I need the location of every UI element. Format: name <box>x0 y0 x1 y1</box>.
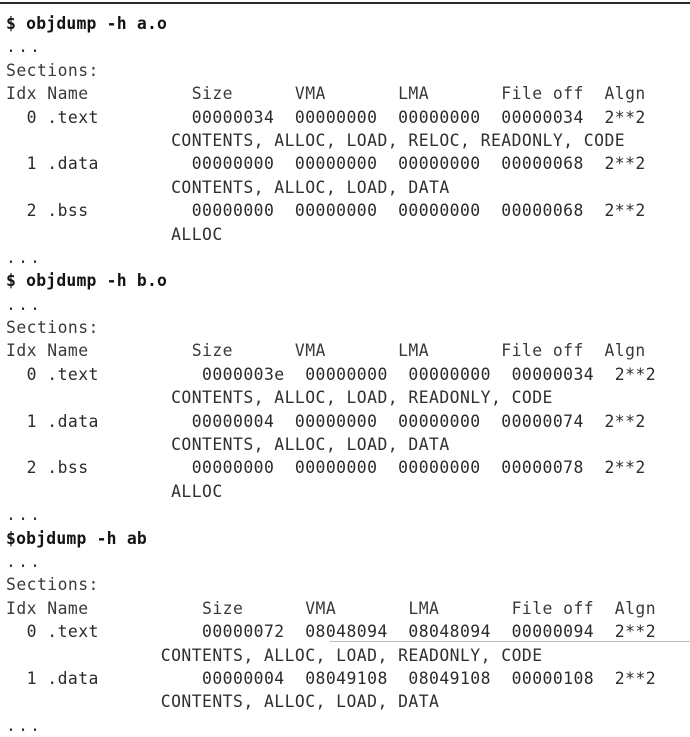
section-row: 2 .bss 00000000 00000000 00000000 000000… <box>6 458 646 478</box>
ellipsis-line: ... <box>6 247 43 267</box>
figure-bottom-rule <box>330 641 690 642</box>
column-header-row: Idx Name Size VMA LMA File off Algn <box>6 84 646 104</box>
section-row: 1 .data 00000004 00000000 00000000 00000… <box>6 411 646 431</box>
section-flags-row: CONTENTS, ALLOC, LOAD, DATA <box>6 435 450 455</box>
sections-label: Sections: <box>6 318 99 338</box>
column-header-row: Idx Name Size VMA LMA File off Algn <box>6 598 657 618</box>
section-row: 1 .data 00000000 00000000 00000000 00000… <box>6 154 646 174</box>
section-flags-row: ALLOC <box>6 224 223 244</box>
section-flags-row: CONTENTS, ALLOC, LOAD, DATA <box>6 692 440 712</box>
sections-label: Sections: <box>6 575 99 595</box>
section-flags-row: CONTENTS, ALLOC, LOAD, RELOC, READONLY, … <box>6 130 626 150</box>
sections-label: Sections: <box>6 60 99 80</box>
objdump-listing-figure: $ objdump -h a.o ... Sections: Idx Name … <box>0 0 690 735</box>
column-header-row: Idx Name Size VMA LMA File off Algn <box>6 341 646 361</box>
section-flags-row: CONTENTS, ALLOC, LOAD, READONLY, CODE <box>6 645 543 665</box>
section-row: 0 .text 00000034 00000000 00000000 00000… <box>6 107 646 127</box>
command-line-ab: $objdump -h ab <box>6 528 147 548</box>
ellipsis-line: ... <box>6 715 43 735</box>
ellipsis-line: ... <box>6 37 43 57</box>
section-flags-row: ALLOC <box>6 481 223 501</box>
ellipsis-line: ... <box>6 551 43 571</box>
section-row: 1 .data 00000004 08049108 08049108 00000… <box>6 668 657 688</box>
command-line-a-o: $ objdump -h a.o <box>6 14 168 33</box>
section-row: 2 .bss 00000000 00000000 00000000 000000… <box>6 201 646 221</box>
command-line-b-o: $ objdump -h b.o <box>6 271 168 291</box>
section-flags-row: CONTENTS, ALLOC, LOAD, READONLY, CODE <box>6 388 553 408</box>
ellipsis-line: ... <box>6 505 43 525</box>
terminal-transcript: $ objdump -h a.o ... Sections: Idx Name … <box>0 12 690 737</box>
figure-top-rule <box>0 2 690 4</box>
ellipsis-line: ... <box>6 294 43 314</box>
section-flags-row: CONTENTS, ALLOC, LOAD, DATA <box>6 177 450 197</box>
section-row: 0 .text 0000003e 00000000 00000000 00000… <box>6 364 657 384</box>
